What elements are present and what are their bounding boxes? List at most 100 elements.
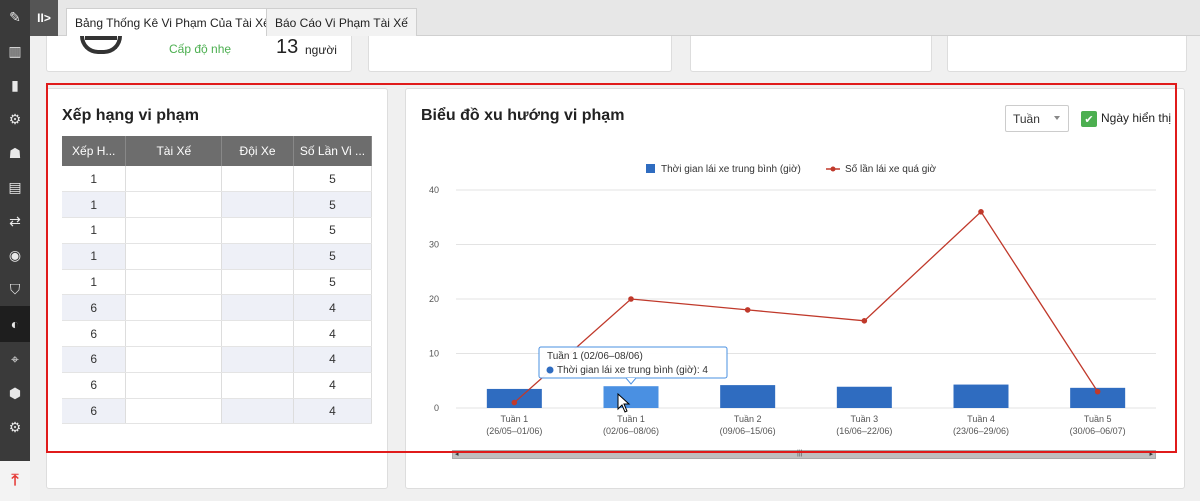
legend-label-bar: Thời gian lái xe trung bình (giờ)	[661, 164, 801, 175]
collapse-sidebar-button[interactable]: II>	[30, 0, 58, 36]
violation-count-cell: 5	[293, 269, 373, 296]
violation-count-cell: 4	[293, 294, 373, 322]
line-point	[511, 399, 518, 406]
rank-cell: 1	[62, 217, 127, 244]
driver-count: 13	[276, 36, 299, 58]
driver-icon[interactable]: ☗	[0, 136, 30, 170]
rank-cell: 1	[62, 269, 127, 296]
column-header-rank[interactable]: Xếp H...	[62, 136, 127, 166]
chart-bar	[720, 385, 776, 408]
scroll-top-icon[interactable]: ⤒	[0, 461, 30, 501]
table-row[interactable]: 64	[62, 320, 373, 348]
table-row[interactable]: 15	[62, 269, 373, 296]
tab-bar: II> Bảng Thống Kê Vi Phạm Của Tài Xế Báo…	[30, 0, 1200, 37]
driver-cell	[125, 191, 223, 219]
chart-icon[interactable]: ▥	[0, 34, 30, 68]
x-tick-label: (16/06–22/06)	[836, 426, 892, 436]
route-icon[interactable]: ⇄	[0, 204, 30, 238]
x-tick-label: Tuần 2	[734, 414, 762, 424]
chart-horizontal-scrollbar[interactable]: ◂ ||| ▸	[452, 450, 1156, 459]
table-header-row: Xếp H... Tài Xế Đội Xe Số Lần Vi ...	[62, 136, 373, 166]
trend-chart: 0 10 20 30 40 Thời gian lái xe trung bình (gi…	[429, 163, 1156, 436]
x-tick-label: (02/06–08/06)	[603, 426, 659, 436]
driver-cell	[125, 166, 223, 193]
scroll-grip-icon: |||	[797, 450, 803, 457]
scroll-right-icon[interactable]: ▸	[1149, 450, 1153, 458]
team-cell	[221, 191, 294, 219]
rank-cell: 1	[62, 243, 127, 270]
tab-violation-statistics[interactable]: Bảng Thống Kê Vi Phạm Của Tài Xế	[66, 8, 279, 37]
team-cell	[221, 320, 294, 348]
summary-card-2	[368, 36, 672, 72]
driver-cell	[125, 243, 223, 270]
table-row[interactable]: 64	[62, 372, 373, 399]
table-row[interactable]: 15	[62, 243, 373, 270]
car-settings-icon[interactable]: ⚙	[0, 102, 30, 136]
rank-cell: 6	[62, 346, 127, 373]
location-icon[interactable]: ⌖	[0, 342, 30, 376]
gauge-needle	[85, 36, 117, 40]
violation-count-cell: 5	[293, 243, 373, 270]
violation-count-cell: 5	[293, 217, 373, 244]
team-cell	[221, 346, 294, 373]
y-tick-label: 10	[429, 349, 439, 359]
show-days-checkbox[interactable]: ✔	[1081, 111, 1097, 127]
violation-count-cell: 4	[293, 320, 373, 348]
x-tick-label: (30/06–06/07)	[1070, 426, 1126, 436]
table-row[interactable]: 64	[62, 294, 373, 322]
y-tick-label: 30	[429, 240, 439, 250]
driver-cell	[125, 217, 223, 244]
y-tick-label: 40	[429, 185, 439, 195]
line-point	[861, 318, 868, 324]
x-tick-label: (09/06–15/06)	[720, 426, 776, 436]
violation-count-cell: 4	[293, 346, 373, 373]
x-tick-label: Tuần 3	[850, 414, 878, 424]
fuel-icon[interactable]: ▮	[0, 68, 30, 102]
summary-card-3	[690, 36, 932, 72]
x-tick-label: Tuần 1	[617, 414, 645, 424]
line-point	[1094, 388, 1101, 395]
table-row[interactable]: 15	[62, 191, 373, 219]
scroll-left-icon[interactable]: ◂	[455, 450, 459, 458]
left-sidebar: ✎ ▥ ▮ ⚙ ☗ ▤ ⇄ ◉ ⛉ ◐ ⌖ ⬢ ⚙ ⤒	[0, 0, 30, 501]
hexagon-icon[interactable]: ⬢	[0, 376, 30, 410]
driver-count-unit: người	[305, 43, 337, 57]
column-header-team[interactable]: Đội Xe	[221, 136, 294, 166]
team-cell	[221, 243, 294, 270]
shield-icon[interactable]: ⛉	[0, 272, 30, 306]
legend-bar-swatch	[646, 164, 655, 173]
tab-violation-report[interactable]: Báo Cáo Vi Phạm Tài Xế	[266, 8, 417, 36]
rank-cell: 6	[62, 320, 127, 348]
rank-cell: 6	[62, 398, 127, 425]
violation-count-cell: 5	[293, 191, 373, 219]
table-row[interactable]: 15	[62, 166, 373, 193]
briefcase-icon[interactable]: ▤	[0, 170, 30, 204]
team-cell	[221, 372, 294, 399]
x-tick-label: (23/06–29/06)	[953, 426, 1009, 436]
table-row[interactable]: 64	[62, 346, 373, 373]
driver-violation-icon[interactable]: ◐	[0, 306, 30, 342]
chevron-down-icon	[1054, 116, 1060, 120]
gear-icon[interactable]: ⚙	[0, 410, 30, 444]
period-select[interactable]: Tuần	[1005, 105, 1069, 132]
table-row[interactable]: 64	[62, 398, 373, 425]
chart-bar	[603, 386, 659, 408]
road-icon[interactable]: ✎	[0, 0, 30, 34]
tooltip-title: Tuần 1 (02/06–08/06)	[547, 350, 643, 362]
x-tick-label: Tuần 5	[1084, 414, 1112, 424]
column-header-driver[interactable]: Tài Xế	[125, 136, 223, 166]
summary-card-4	[947, 36, 1187, 72]
y-tick-label: 20	[429, 294, 439, 304]
rank-cell: 6	[62, 372, 127, 399]
line-point	[628, 296, 634, 302]
driver-cell	[125, 346, 223, 373]
y-tick-label: 0	[434, 403, 439, 413]
speedometer-icon[interactable]: ◉	[0, 238, 30, 272]
tooltip-pointer	[625, 377, 637, 385]
column-header-violation-count[interactable]: Số Lần Vi ...	[293, 136, 373, 166]
team-cell	[221, 166, 294, 193]
table-row[interactable]: 15	[62, 217, 373, 244]
violation-count-cell: 5	[293, 166, 373, 193]
trend-title: Biểu đồ xu hướng vi phạm	[421, 107, 625, 124]
driver-cell	[125, 269, 223, 296]
